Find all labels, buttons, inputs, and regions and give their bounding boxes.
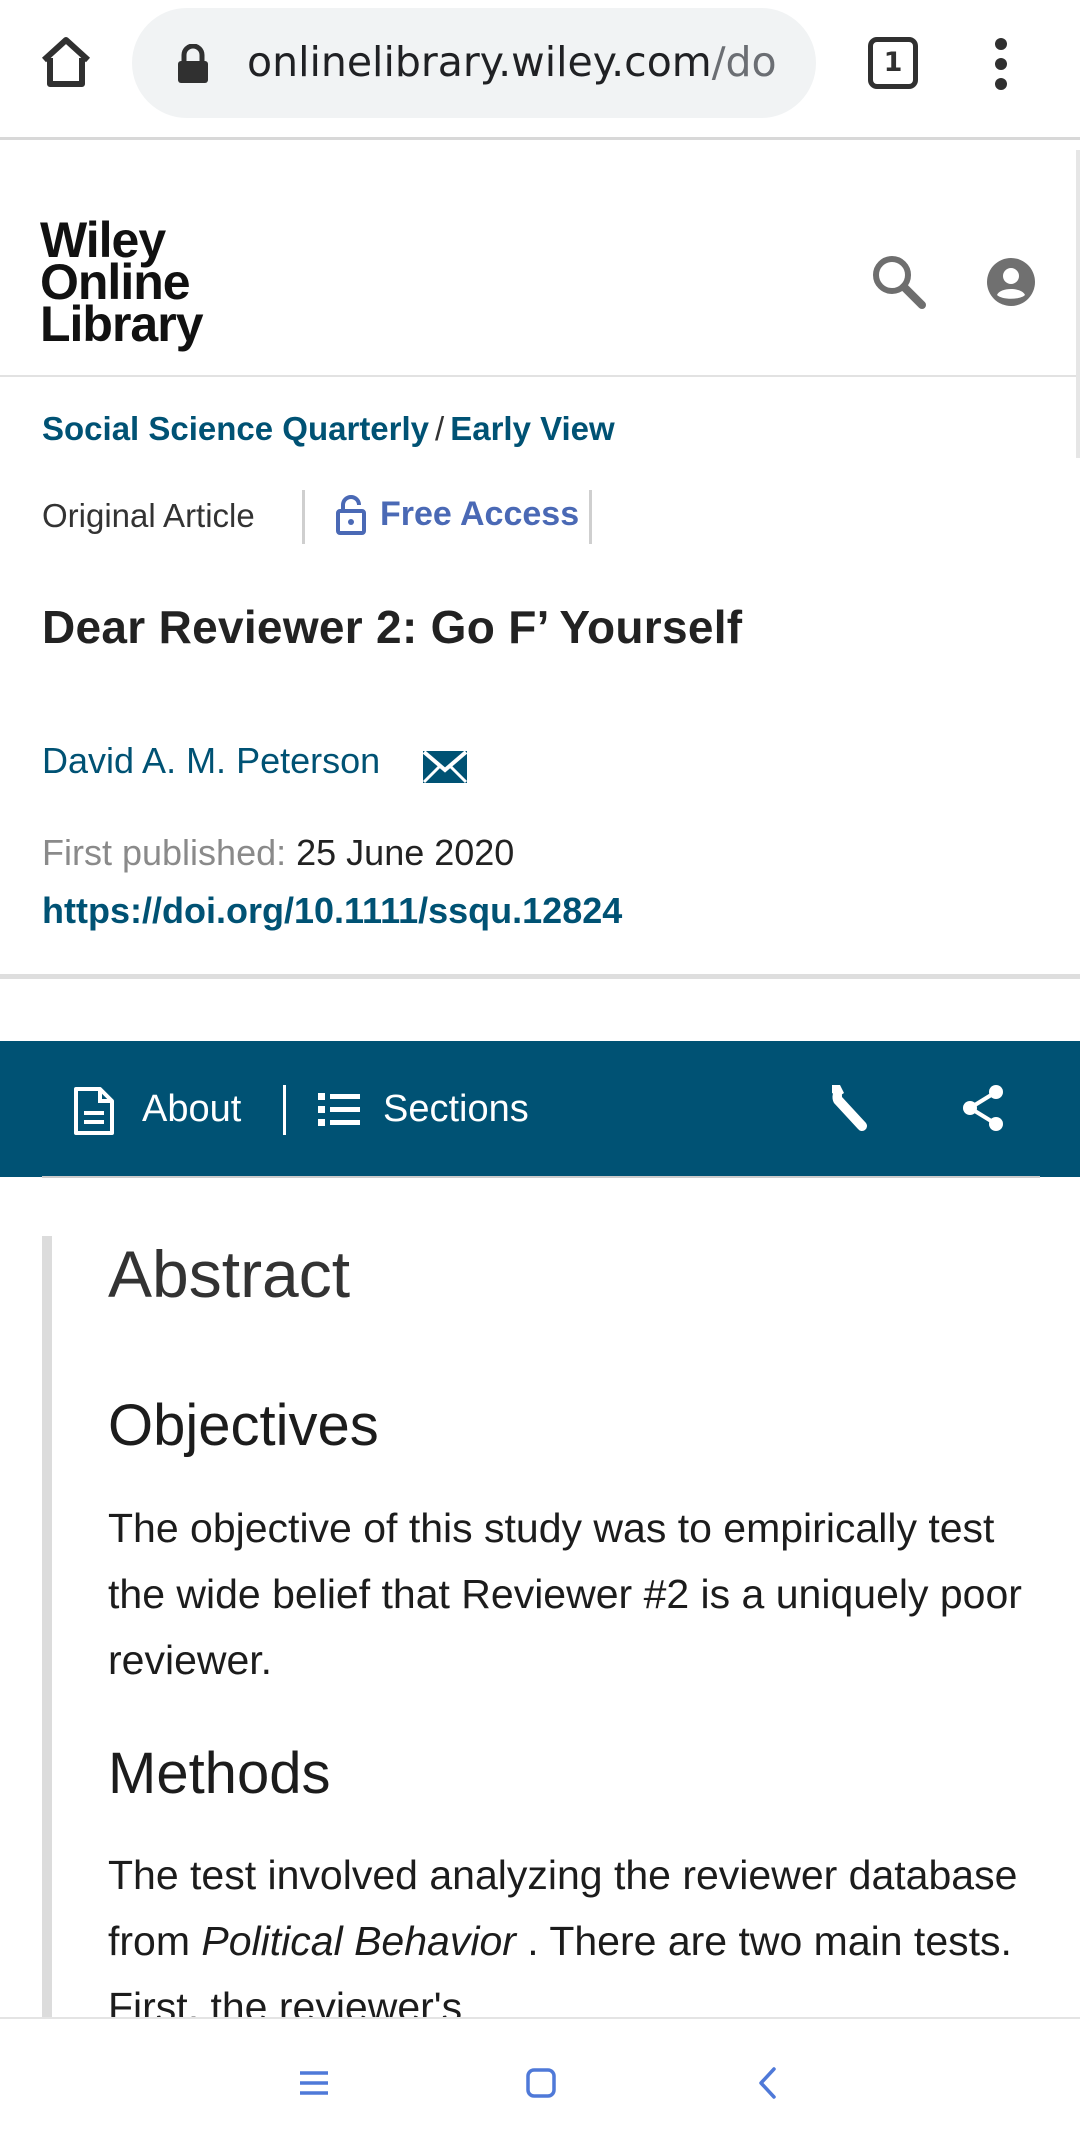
abstract-heading: Abstract [108,1237,351,1311]
tab-switcher-button[interactable]: 1 [868,37,918,89]
published-date: 25 June 2020 [296,832,515,873]
author-link[interactable]: David A. M. Peterson [42,740,380,782]
objectives-text: The objective of this study was to empir… [108,1505,1022,1683]
methods-text: The test involved analyzing the reviewer… [108,1852,1018,2030]
article-toolbar: About Sections [0,1041,1080,1177]
share-icon[interactable] [960,1083,1006,1137]
wrench-icon[interactable] [828,1081,884,1141]
toolbar-underline [42,1176,1040,1178]
sections-button[interactable]: Sections [383,1041,529,1177]
scroll-indicator [1076,150,1080,458]
site-header: Wiley Online Library [0,143,1080,377]
section-divider [0,974,1080,979]
more-vert-icon[interactable] [986,38,1016,90]
wiley-online-library-logo[interactable]: Wiley Online Library [40,215,204,349]
article-type-row: Original Article Free Access [42,490,1042,544]
breadcrumb: Social Science Quarterly / Early View [42,410,615,448]
document-icon[interactable] [72,1085,116,1141]
search-icon[interactable] [868,251,928,311]
about-button[interactable]: About [142,1041,241,1177]
browser-toolbar: onlinelibrary.wiley.com/do 1 [0,0,1080,140]
divider [589,490,592,544]
lock-icon [176,43,210,84]
methods-heading: Methods [108,1741,331,1806]
home-icon[interactable] [36,32,96,92]
system-nav-bar [0,2017,1080,2145]
early-view-link[interactable]: Early View [450,410,615,447]
abstract-rule [42,1236,52,2020]
journal-link[interactable]: Social Science Quarterly [42,410,429,447]
journal-italic: Political Behavior [201,1918,516,1964]
objectives-heading: Objectives [108,1393,379,1458]
address-bar[interactable]: onlinelibrary.wiley.com/do [132,8,816,118]
back-icon[interactable] [748,2063,788,2103]
mail-icon[interactable] [422,750,468,784]
toolbar-divider [283,1085,286,1135]
url-path: /do [711,38,777,86]
breadcrumb-separator: / [435,410,445,447]
url-text[interactable]: onlinelibrary.wiley.com/do [247,38,777,86]
article-title: Dear Reviewer 2: Go F’ Yourself [42,601,743,653]
divider [302,490,305,544]
article-type: Original Article [42,497,255,534]
account-icon[interactable] [986,257,1036,307]
home-square-icon[interactable] [521,2063,561,2103]
list-icon[interactable] [318,1091,360,1133]
url-host: onlinelibrary.wiley.com [247,38,712,86]
free-access-badge[interactable]: Free Access [380,495,579,534]
recents-icon[interactable] [294,2063,334,2103]
doi-link[interactable]: https://doi.org/10.1111/ssqu.12824 [42,890,622,932]
unlock-icon [335,495,367,535]
published-label: First published: [42,832,287,873]
publication-date: First published: 25 June 2020 [42,832,514,874]
